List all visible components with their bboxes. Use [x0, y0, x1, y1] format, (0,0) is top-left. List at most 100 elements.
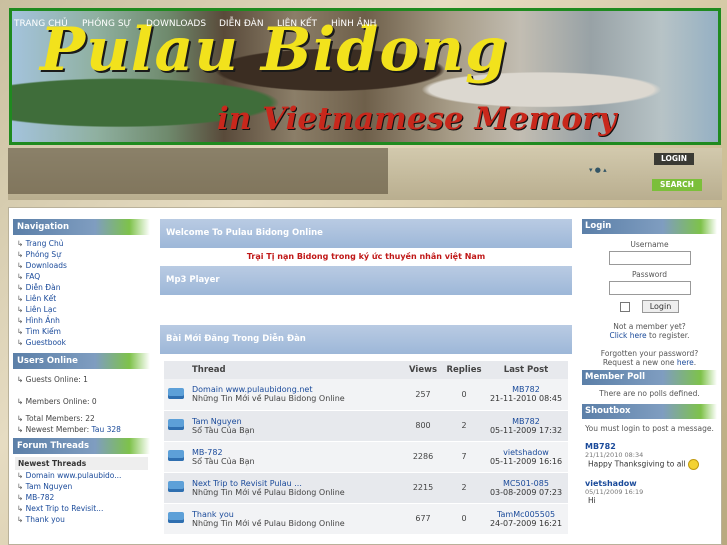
forgot-password-text: Forgotten your password?: [600, 349, 699, 358]
arrow-icon: ↳: [17, 471, 26, 480]
thread-forum: Những Tin Mới về Pulau Bidong Online: [192, 487, 345, 497]
smiley-icon: [687, 459, 699, 470]
last-post-date: 05-11-2009 16:16: [489, 456, 563, 466]
nav-item-trang-chu[interactable]: TRANG CHỦ: [14, 19, 68, 29]
nav-item-dien-dan[interactable]: DIỄN ĐÀN: [219, 19, 264, 29]
thread-forum: Sổ Tàu Của Bạn: [192, 456, 255, 466]
arrow-icon: ↳: [17, 375, 26, 384]
total-members: ↳ Total Members: 22: [17, 414, 95, 423]
sidebar-link-downloads[interactable]: ↳ Downloads: [13, 260, 150, 271]
shoutbox-login-notice: You must login to post a message.: [585, 424, 714, 433]
sidebar-link-phong-su[interactable]: ↳ Phóng Sự: [13, 249, 150, 260]
arrow-icon: ↳: [17, 327, 26, 336]
thread-link[interactable]: ↳ Next Trip to Revisit...: [13, 503, 150, 514]
sidebar-link-tim-kiem[interactable]: ↳ Tìm Kiếm: [13, 326, 150, 337]
last-post-user[interactable]: MC501-085: [484, 479, 568, 488]
member-poll-title: Member Poll: [582, 370, 717, 385]
sidebar-link-trang-chu[interactable]: ↳ Trang Chủ: [13, 238, 150, 249]
arrow-icon: ↳: [17, 515, 26, 524]
folder-icon: [168, 387, 184, 399]
flag-icon[interactable]: ▾: [589, 166, 593, 174]
sidebar-link-faq[interactable]: ↳ FAQ: [13, 271, 150, 282]
last-post-date: 05-11-2009 17:32: [489, 425, 563, 435]
navigation-panel-title: Navigation: [13, 219, 150, 235]
folder-icon: [168, 512, 184, 523]
register-link[interactable]: Click here: [609, 331, 646, 340]
remember-me-checkbox[interactable]: [619, 302, 630, 312]
header-search-button[interactable]: SEARCH: [652, 179, 702, 191]
thread-replies: 0: [444, 503, 484, 535]
nav-item-downloads[interactable]: DOWNLOADS: [146, 19, 206, 29]
sidebar-link-guestbook[interactable]: ↳ Guestbook: [13, 337, 150, 348]
arrow-icon: ↳: [17, 493, 26, 502]
language-flags[interactable]: ▾ ● ▴: [589, 166, 607, 174]
thread-title-link[interactable]: Next Trip to Revisit Pulau ...: [192, 479, 402, 488]
arrow-icon: ↳: [17, 261, 26, 270]
thread-title-link[interactable]: Domain www.pulaubidong.net: [192, 385, 402, 394]
table-row: Thank you Những Tin Mới về Pulau Bidong O…: [164, 503, 568, 535]
login-panel-title: Login: [582, 219, 717, 234]
last-post-user[interactable]: MB782: [484, 417, 568, 426]
thread-link[interactable]: ↳ Thank you: [13, 514, 150, 525]
nav-item-hinh-anh[interactable]: HÌNH ẢNH: [331, 19, 376, 29]
newest-member: ↳ Newest Member: Tau 328: [17, 425, 121, 434]
col-thread: Thread: [192, 361, 402, 379]
arrow-icon: ↳: [17, 305, 26, 314]
thread-title-link[interactable]: Thank you: [192, 510, 402, 519]
thread-link[interactable]: ↳ Domain www.pulaubido...: [13, 470, 150, 481]
main-content: Welcome To Pulau Bidong Online Trại Tị n…: [160, 219, 572, 535]
nav-item-lien-ket[interactable]: LIÊN KẾT: [277, 19, 317, 29]
shout-message: Happy Thanksgiving to all: [588, 459, 686, 469]
last-post-user[interactable]: TamMc005505: [484, 510, 568, 519]
tagline: Trại Tị nạn Bidong trong ký ức thuyền nh…: [246, 252, 486, 261]
not-member-text: Not a member yet?: [613, 322, 686, 331]
members-online: ↳ Members Online: 0: [17, 397, 97, 406]
arrow-icon: ↳: [17, 338, 26, 347]
thread-replies: 0: [444, 379, 484, 411]
thread-link[interactable]: ↳ Tam Nguyen: [13, 481, 150, 492]
last-post-date: 03-08-2009 07:23: [489, 487, 563, 497]
nav-item-phong-su[interactable]: PHÓNG SỰ: [82, 19, 131, 29]
banner-subtitle: in Vietnamese Memory: [217, 101, 617, 137]
navigation-links: ↳ Trang Chủ ↳ Phóng Sự ↳ Downloads ↳ FAQ…: [13, 235, 150, 348]
last-post-date: 24-07-2009 16:21: [489, 518, 563, 528]
forum-threads-table: Thread Views Replies Last Post Domain ww…: [164, 361, 568, 535]
password-input[interactable]: [608, 281, 691, 295]
last-post-user[interactable]: MB782: [484, 385, 568, 394]
header-login-button[interactable]: LOGIN: [654, 153, 694, 165]
thread-views: 257: [402, 379, 444, 411]
shoutbox-title: Shoutbox: [582, 404, 717, 419]
top-navigation-bar: [8, 148, 722, 200]
sidebar-link-hinh-anh[interactable]: ↳ Hình Ảnh: [13, 315, 150, 326]
folder-icon: [168, 419, 184, 430]
arrow-icon: ↳: [17, 283, 26, 292]
thread-views: 2286: [402, 441, 444, 473]
thread-forum: Những Tin Mới về Pulau Bidong Online: [192, 394, 345, 404]
login-button[interactable]: Login: [641, 300, 680, 313]
last-post-user[interactable]: vietshadow: [484, 448, 568, 457]
shout-item: vietshadow 05/11/2009 16:19 Hi: [582, 479, 717, 505]
reset-password-link[interactable]: here: [677, 358, 694, 367]
users-online-title: Users Online: [13, 353, 150, 369]
shout-author[interactable]: vietshadow: [582, 479, 717, 488]
thread-title-link[interactable]: Tam Nguyen: [192, 417, 402, 426]
newest-member-link[interactable]: Tau 328: [92, 425, 121, 434]
shout-author[interactable]: MB782: [582, 442, 717, 451]
arrow-icon: ↳: [17, 294, 26, 303]
thread-title-link[interactable]: MB-782: [192, 448, 402, 457]
arrow-icon: ↳: [17, 397, 26, 406]
sidebar-link-dien-dan[interactable]: ↳ Diễn Đàn: [13, 282, 150, 293]
sidebar-link-lien-ket[interactable]: ↳ Liên Kết: [13, 293, 150, 304]
welcome-header: Welcome To Pulau Bidong Online: [160, 219, 572, 248]
flag-icon[interactable]: ▴: [603, 166, 607, 174]
flag-icon[interactable]: ●: [595, 166, 601, 174]
thread-forum: Sổ Tàu Của Bạn: [192, 425, 255, 435]
sidebar-link-lien-lac[interactable]: ↳ Liên Lạc: [13, 304, 150, 315]
arrow-icon: ↳: [17, 425, 26, 434]
username-input[interactable]: [608, 251, 691, 265]
arrow-icon: ↳: [17, 316, 26, 325]
arrow-icon: ↳: [17, 250, 26, 259]
mp3-player-area: [160, 295, 572, 325]
password-label: Password: [631, 270, 668, 279]
thread-link[interactable]: ↳ MB-782: [13, 492, 150, 503]
